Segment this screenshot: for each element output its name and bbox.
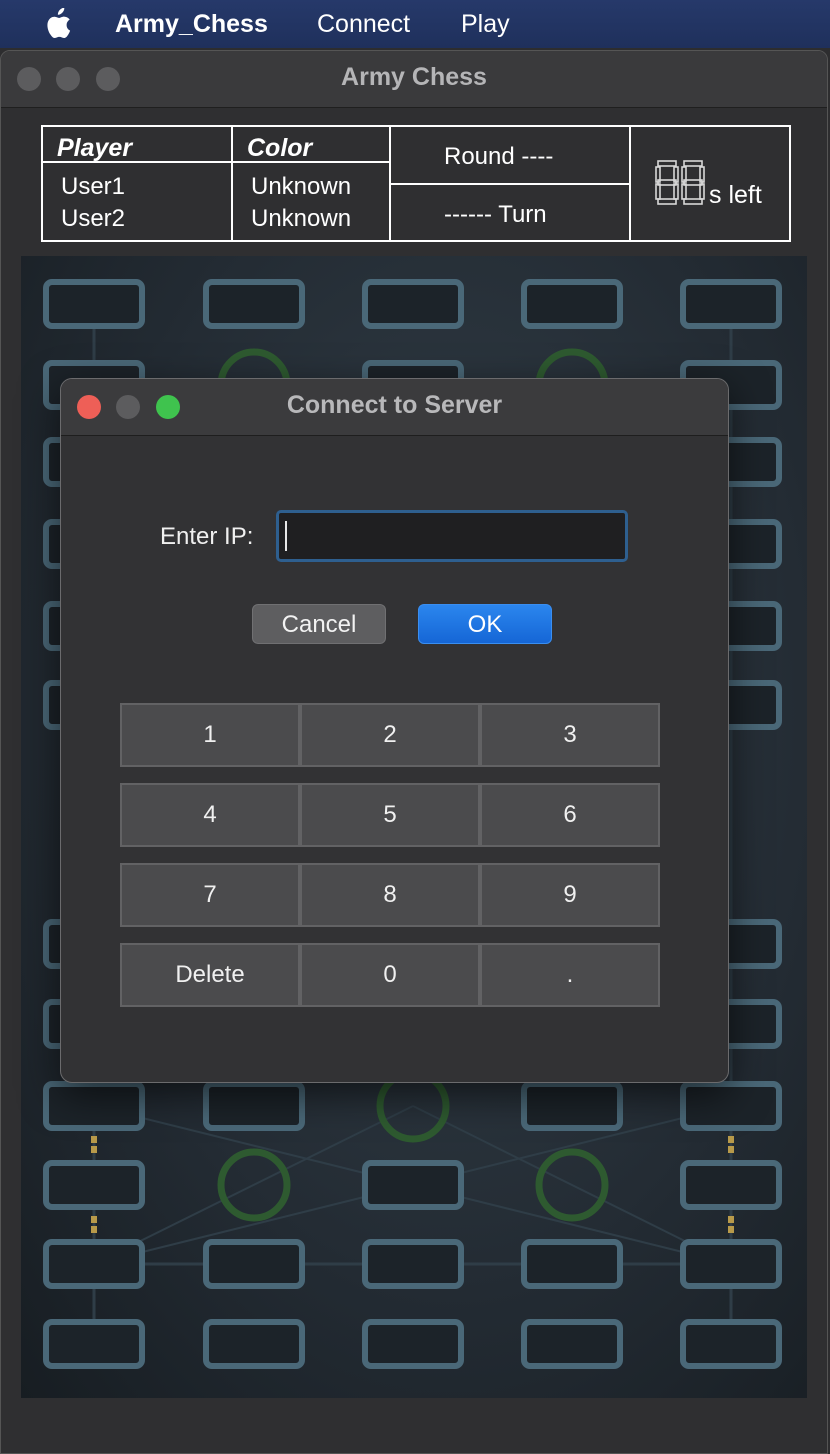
board-post bbox=[203, 1239, 305, 1289]
key-9[interactable]: 9 bbox=[480, 863, 660, 927]
table-divider bbox=[629, 127, 631, 240]
menu-bar: Army_Chess Connect Play bbox=[0, 0, 830, 48]
railway-marker bbox=[91, 1216, 97, 1223]
menu-connect[interactable]: Connect bbox=[317, 10, 410, 39]
ok-button[interactable]: OK bbox=[418, 604, 552, 644]
ip-input[interactable] bbox=[276, 510, 628, 562]
board-post bbox=[680, 1081, 782, 1131]
player-header: Player bbox=[57, 134, 133, 162]
key-2[interactable]: 2 bbox=[300, 703, 480, 767]
board-post bbox=[43, 1160, 145, 1210]
board-post bbox=[521, 1239, 623, 1289]
railway-marker bbox=[91, 1226, 97, 1233]
color-header: Color bbox=[247, 134, 313, 162]
board-post bbox=[362, 279, 464, 329]
key-6[interactable]: 6 bbox=[480, 783, 660, 847]
key-dot[interactable]: . bbox=[480, 943, 660, 1007]
menu-play[interactable]: Play bbox=[461, 10, 510, 39]
round-label: Round ---- bbox=[444, 143, 554, 170]
ip-label: Enter IP: bbox=[160, 523, 254, 550]
railway-marker bbox=[91, 1146, 97, 1153]
railway-marker bbox=[728, 1146, 734, 1153]
key-8[interactable]: 8 bbox=[300, 863, 480, 927]
apple-logo-icon[interactable] bbox=[42, 8, 72, 40]
cancel-button[interactable]: Cancel bbox=[252, 604, 386, 644]
key-0[interactable]: 0 bbox=[300, 943, 480, 1007]
railway-marker bbox=[728, 1226, 734, 1233]
board-post bbox=[203, 1081, 305, 1131]
board-post bbox=[680, 1319, 782, 1369]
railway-marker bbox=[728, 1216, 734, 1223]
board-post bbox=[521, 1081, 623, 1131]
key-delete[interactable]: Delete bbox=[120, 943, 300, 1007]
board-post bbox=[362, 1160, 464, 1210]
player-1-color: Unknown bbox=[251, 173, 352, 200]
timer-lcd-digits: 88 bbox=[655, 160, 705, 205]
board-post bbox=[362, 1239, 464, 1289]
key-4[interactable]: 4 bbox=[120, 783, 300, 847]
key-1[interactable]: 1 bbox=[120, 703, 300, 767]
game-info-table: Player Color User1 User2 Unknown Unknown… bbox=[41, 125, 791, 242]
connect-dialog: Connect to Server Enter IP: Cancel OK 1 … bbox=[60, 378, 729, 1083]
window-title: Army Chess bbox=[341, 63, 487, 91]
board-post bbox=[362, 1319, 464, 1369]
player-2-color: Unknown bbox=[251, 205, 352, 232]
board-post bbox=[203, 1319, 305, 1369]
table-divider bbox=[231, 127, 233, 240]
player-2-name: User2 bbox=[61, 205, 126, 232]
text-caret bbox=[285, 521, 287, 551]
board-post bbox=[43, 1239, 145, 1289]
board-post bbox=[43, 1081, 145, 1131]
key-7[interactable]: 7 bbox=[120, 863, 300, 927]
board-post bbox=[680, 1160, 782, 1210]
board-post bbox=[43, 1319, 145, 1369]
window-bottom-bar bbox=[1, 1403, 827, 1453]
dialog-titlebar[interactable]: Connect to Server bbox=[61, 379, 728, 436]
key-5[interactable]: 5 bbox=[300, 783, 480, 847]
table-divider bbox=[389, 183, 629, 185]
board-post bbox=[680, 1239, 782, 1289]
board-post bbox=[203, 279, 305, 329]
railway-marker bbox=[91, 1136, 97, 1143]
player-1-name: User1 bbox=[61, 173, 126, 200]
board-post bbox=[521, 1319, 623, 1369]
turn-label: ------ Turn bbox=[444, 201, 547, 228]
board-post bbox=[680, 279, 782, 329]
board-post bbox=[43, 279, 145, 329]
board-post bbox=[521, 279, 623, 329]
timer-suffix: s left bbox=[709, 181, 762, 209]
menu-app-name[interactable]: Army_Chess bbox=[115, 10, 268, 39]
window-titlebar[interactable]: Army Chess bbox=[1, 51, 827, 108]
dialog-title: Connect to Server bbox=[286, 391, 503, 419]
key-3[interactable]: 3 bbox=[480, 703, 660, 767]
railway-marker bbox=[728, 1136, 734, 1143]
